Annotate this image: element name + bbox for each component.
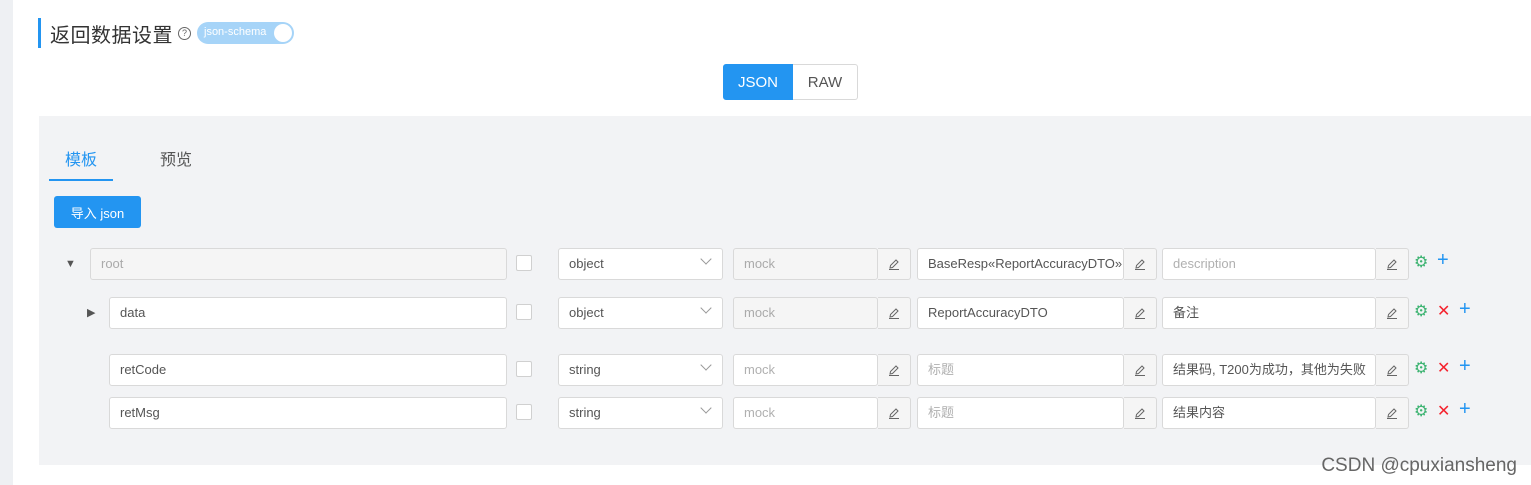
title-edit-button[interactable] xyxy=(1124,397,1157,429)
edit-icon xyxy=(1135,365,1145,376)
delete-field-icon[interactable]: ✕ xyxy=(1437,304,1450,320)
collapse-icon[interactable]: ▶ xyxy=(87,306,95,319)
chevron-down-icon xyxy=(700,359,712,371)
required-checkbox[interactable] xyxy=(516,361,532,377)
tab-template[interactable]: 模板 xyxy=(49,136,113,181)
description-edit-button[interactable] xyxy=(1376,354,1409,386)
section-header: 返回数据设置 ? json-schema xyxy=(38,18,294,48)
mock-input: mock xyxy=(733,248,878,280)
expand-icon[interactable]: ▼ xyxy=(65,258,76,270)
edit-icon xyxy=(889,365,899,376)
mock-edit-button[interactable] xyxy=(878,297,911,329)
section-title: 返回数据设置 xyxy=(50,24,173,47)
field-name-input[interactable]: retCode xyxy=(109,354,507,386)
field-name-input[interactable]: data xyxy=(109,297,507,329)
edit-icon xyxy=(889,308,899,319)
type-select[interactable]: object xyxy=(558,248,723,280)
edit-icon xyxy=(889,259,899,270)
raw-mode-button[interactable]: RAW xyxy=(793,64,858,100)
edit-icon xyxy=(889,408,899,419)
edit-icon xyxy=(1135,408,1145,419)
title-edit-button[interactable] xyxy=(1124,354,1157,386)
description-edit-button[interactable] xyxy=(1376,297,1409,329)
watermark: CSDN @cpuxiansheng xyxy=(1321,455,1517,476)
import-json-button[interactable]: 导入 json xyxy=(54,196,141,228)
title-input[interactable]: 标题 xyxy=(917,354,1124,386)
edit-icon xyxy=(1387,259,1397,270)
mock-edit-button[interactable] xyxy=(878,354,911,386)
settings-gear-icon[interactable]: ⚙ xyxy=(1414,304,1428,320)
description-input[interactable]: 结果码, T200为成功，其他为失败 xyxy=(1162,354,1376,386)
settings-gear-icon[interactable]: ⚙ xyxy=(1414,361,1428,377)
editor-tabs: 模板 预览 xyxy=(49,136,192,181)
description-input[interactable]: 备注 xyxy=(1162,297,1376,329)
add-field-icon[interactable]: + xyxy=(1459,299,1471,319)
json-schema-toggle[interactable]: json-schema xyxy=(197,22,294,44)
chevron-down-icon xyxy=(700,253,712,265)
title-input[interactable]: BaseResp«ReportAccuracyDTO» xyxy=(917,248,1124,280)
description-edit-button[interactable] xyxy=(1376,397,1409,429)
title-edit-button[interactable] xyxy=(1124,248,1157,280)
title-edit-button[interactable] xyxy=(1124,297,1157,329)
description-edit-button[interactable] xyxy=(1376,248,1409,280)
mock-input[interactable]: mock xyxy=(733,397,878,429)
help-icon[interactable]: ? xyxy=(178,26,191,40)
required-checkbox[interactable] xyxy=(516,304,532,320)
title-input[interactable]: ReportAccuracyDTO xyxy=(917,297,1124,329)
mock-input[interactable]: mock xyxy=(733,354,878,386)
field-name-input[interactable]: retMsg xyxy=(109,397,507,429)
settings-gear-icon[interactable]: ⚙ xyxy=(1414,404,1428,420)
add-field-icon[interactable]: + xyxy=(1437,250,1449,270)
toggle-knob xyxy=(274,24,292,42)
mode-switch: JSON RAW xyxy=(723,64,858,100)
json-schema-toggle-label: json-schema xyxy=(204,26,267,38)
json-mode-button[interactable]: JSON xyxy=(723,64,793,100)
type-select[interactable]: string xyxy=(558,354,723,386)
chevron-down-icon xyxy=(700,302,712,314)
edit-icon xyxy=(1387,365,1397,376)
delete-field-icon[interactable]: ✕ xyxy=(1437,361,1450,377)
description-input[interactable]: 结果内容 xyxy=(1162,397,1376,429)
chevron-down-icon xyxy=(700,402,712,414)
delete-field-icon[interactable]: ✕ xyxy=(1437,404,1450,420)
required-checkbox[interactable] xyxy=(516,404,532,420)
tab-preview[interactable]: 预览 xyxy=(160,136,192,181)
type-select-value: object xyxy=(569,256,604,271)
add-field-icon[interactable]: + xyxy=(1459,399,1471,419)
type-select[interactable]: object xyxy=(558,297,723,329)
description-input[interactable]: description xyxy=(1162,248,1376,280)
field-name-input: root xyxy=(90,248,507,280)
type-select[interactable]: string xyxy=(558,397,723,429)
mock-edit-button[interactable] xyxy=(878,397,911,429)
edit-icon xyxy=(1387,308,1397,319)
add-field-icon[interactable]: + xyxy=(1459,356,1471,376)
edit-icon xyxy=(1135,259,1145,270)
title-accent-bar xyxy=(38,18,41,48)
title-input[interactable]: 标题 xyxy=(917,397,1124,429)
type-select-value: string xyxy=(569,405,601,420)
type-select-value: string xyxy=(569,362,601,377)
left-sidebar-strip xyxy=(0,0,13,485)
edit-icon xyxy=(1135,308,1145,319)
type-select-value: object xyxy=(569,305,604,320)
settings-gear-icon[interactable]: ⚙ xyxy=(1414,255,1428,271)
schema-editor-panel: 模板 预览 导入 json ▼ root object mock BaseRes… xyxy=(39,116,1531,465)
edit-icon xyxy=(1387,408,1397,419)
required-checkbox[interactable] xyxy=(516,255,532,271)
mock-edit-button[interactable] xyxy=(878,248,911,280)
mock-input: mock xyxy=(733,297,878,329)
